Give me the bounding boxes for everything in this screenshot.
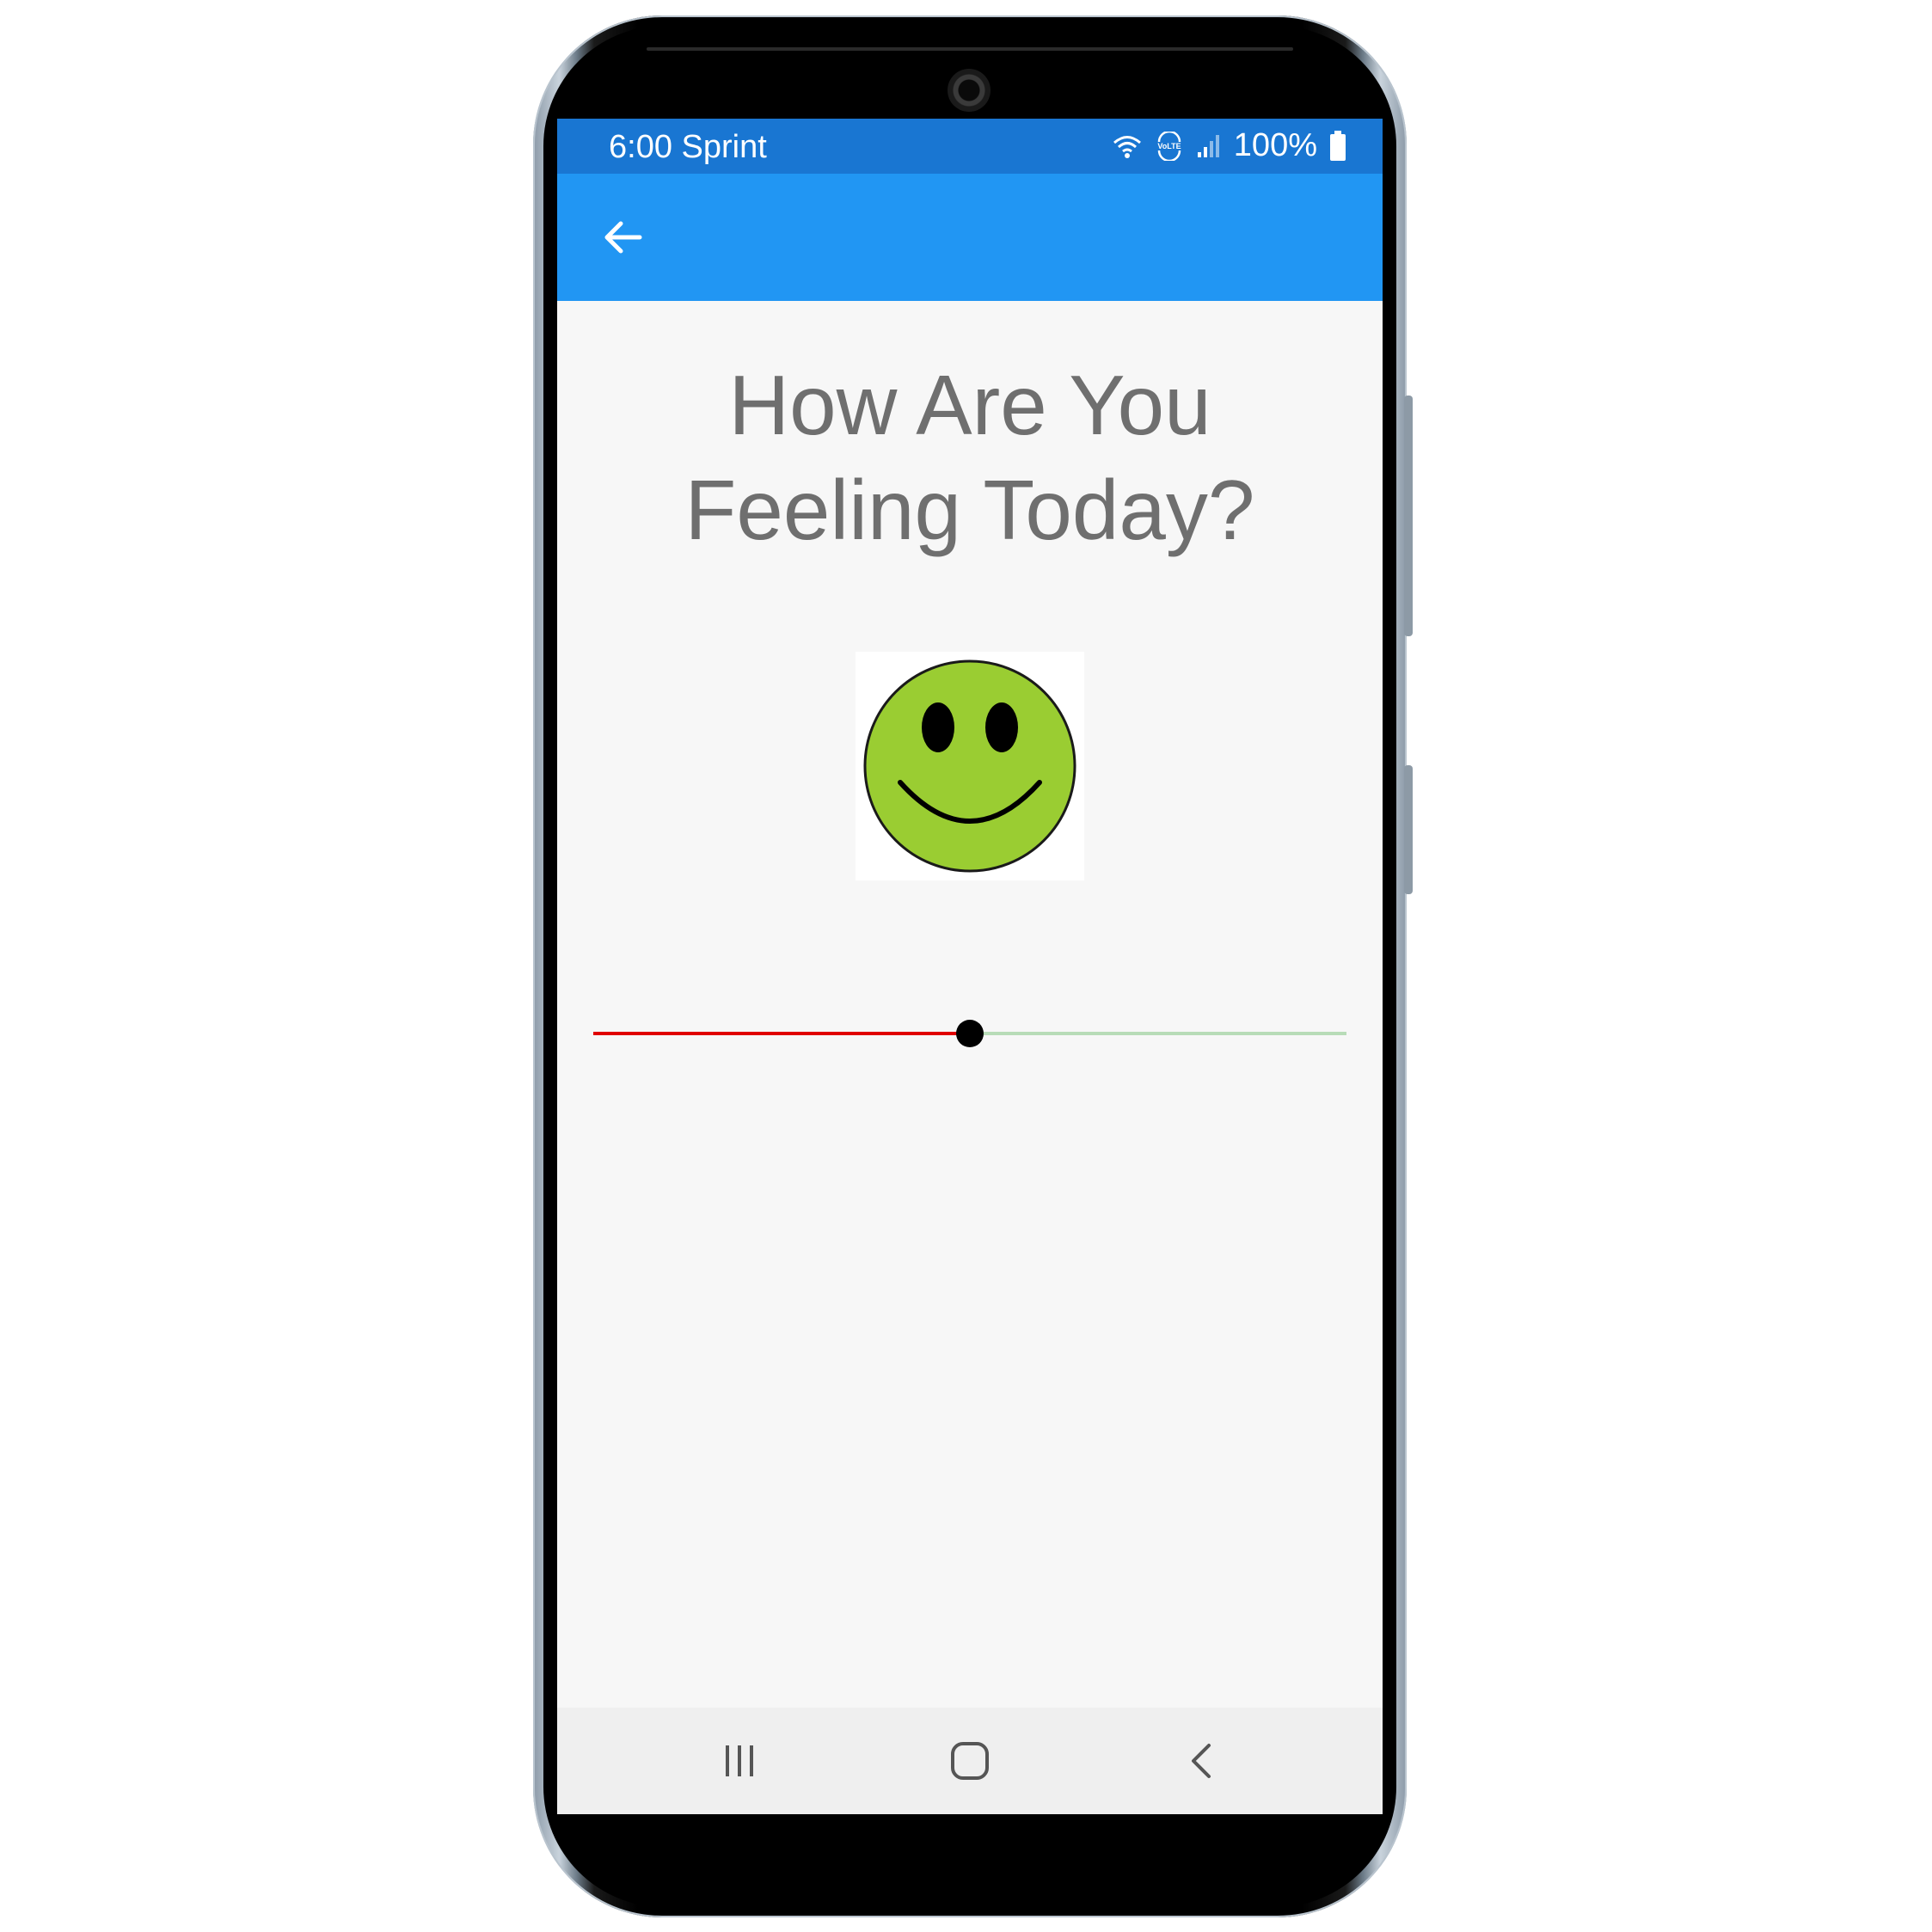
slider-thumb[interactable] xyxy=(956,1020,984,1047)
battery-icon xyxy=(1330,130,1346,161)
volte-icon: VoLTE xyxy=(1157,131,1181,161)
recent-apps-icon[interactable] xyxy=(712,1733,767,1788)
phone-screen: 6:00 Sprint VoLTE 100% How Are You Feeli… xyxy=(557,119,1383,1814)
navigation-bar xyxy=(557,1708,1383,1814)
title-line-2: Feeling Today? xyxy=(684,463,1255,557)
speaker-grille xyxy=(647,47,1293,51)
battery-percent: 100% xyxy=(1233,127,1317,163)
page-title: How Are You Feeling Today? xyxy=(557,353,1383,562)
wifi-icon xyxy=(1113,135,1141,158)
svg-text:VoLTE: VoLTE xyxy=(1157,142,1181,150)
mood-image xyxy=(856,652,1084,880)
status-icons: VoLTE 100% xyxy=(1112,127,1346,164)
mood-slider[interactable] xyxy=(593,1008,1346,1059)
home-icon[interactable] xyxy=(942,1733,997,1788)
back-icon[interactable] xyxy=(1175,1733,1230,1788)
title-line-1: How Are You xyxy=(728,358,1211,452)
signal-icon xyxy=(1197,134,1219,157)
app-bar xyxy=(557,174,1383,301)
arrow-left-icon[interactable] xyxy=(595,208,653,267)
content-area: How Are You Feeling Today? xyxy=(557,301,1383,1708)
smiley-face-icon xyxy=(863,659,1076,873)
status-bar: 6:00 Sprint VoLTE 100% xyxy=(557,119,1383,174)
front-camera xyxy=(948,69,991,112)
volume-button xyxy=(1404,396,1413,636)
status-time-carrier: 6:00 Sprint xyxy=(609,129,767,165)
power-button xyxy=(1404,765,1413,894)
